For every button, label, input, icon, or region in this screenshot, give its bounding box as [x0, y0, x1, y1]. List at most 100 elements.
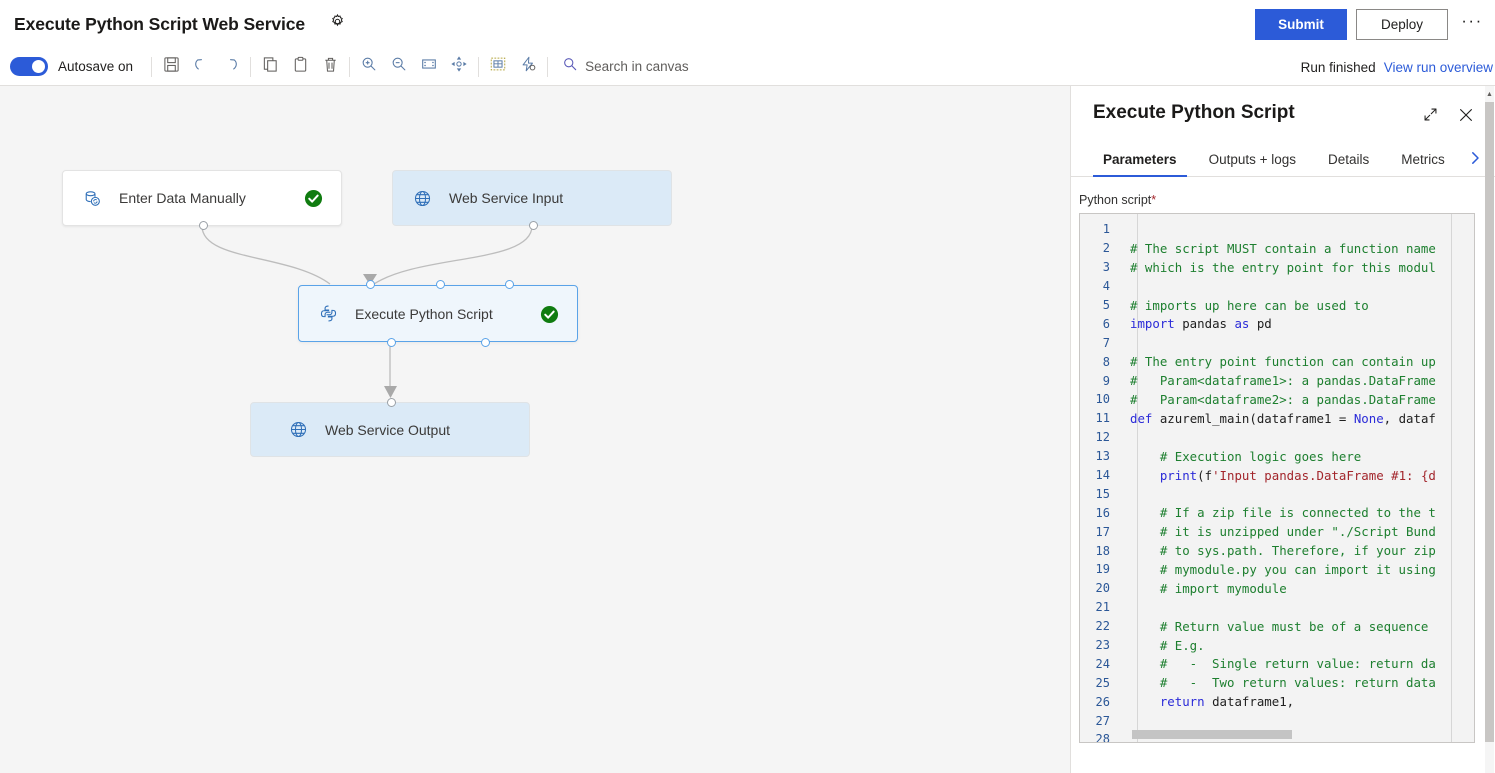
line-content: # imports up here can be used to — [1130, 297, 1369, 313]
autosave-label: Autosave on — [58, 59, 134, 74]
editor-line: 6 import pandas as pd — [1080, 314, 1474, 333]
node-output-port-2[interactable] — [481, 338, 490, 347]
node-input-port-2[interactable] — [436, 280, 445, 289]
deploy-button[interactable]: Deploy — [1356, 8, 1448, 40]
node-status-succeeded-icon — [540, 305, 559, 324]
line-content: # The entry point function can contain u… — [1130, 354, 1436, 370]
redo-icon — [222, 55, 240, 78]
run-settings-button[interactable] — [513, 52, 543, 82]
undo-button[interactable] — [186, 52, 216, 82]
node-input-port-3[interactable] — [505, 280, 514, 289]
editor-line: 22 # Return value must be of a sequence — [1080, 617, 1474, 636]
globe-icon — [411, 187, 433, 209]
line-number: 7 — [1102, 335, 1110, 350]
panel-actions — [1417, 104, 1479, 130]
globe-icon — [287, 419, 309, 441]
editor-line: 13 # Execution logic goes here — [1080, 447, 1474, 466]
editor-horizontal-scrollbar[interactable] — [1132, 730, 1292, 739]
paste-icon — [292, 56, 309, 78]
node-output-port[interactable] — [199, 221, 208, 230]
panel-vertical-scrollbar[interactable]: ▲ — [1485, 86, 1494, 773]
line-content: # to sys.path. Therefore, if your zip — [1130, 543, 1436, 559]
expand-panel-button[interactable] — [1417, 104, 1443, 130]
toolbar: Autosave on Search in canvas Run finishe… — [0, 48, 1495, 86]
settings-gear-button[interactable] — [323, 10, 351, 38]
more-options-button[interactable]: ··· — [1457, 9, 1487, 39]
pan-icon — [450, 55, 468, 78]
paste-button[interactable] — [285, 52, 315, 82]
zoom-to-fit-icon — [420, 55, 438, 78]
panel-title: Execute Python Script — [1093, 102, 1295, 123]
line-number: 14 — [1095, 468, 1110, 483]
editor-line: 19 # mymodule.py you can import it using — [1080, 560, 1474, 579]
node-status-succeeded-icon — [304, 189, 323, 208]
autosave-toggle[interactable] — [10, 57, 48, 76]
line-number: 26 — [1095, 694, 1110, 709]
line-number: 21 — [1095, 600, 1110, 615]
line-content: # If a zip file is connected to the t — [1130, 505, 1436, 521]
line-number: 17 — [1095, 524, 1110, 539]
submit-button[interactable]: Submit — [1255, 8, 1347, 40]
node-enter-data-manually[interactable]: Enter Data Manually — [62, 170, 342, 230]
tab-parameters[interactable]: Parameters — [1093, 144, 1187, 177]
line-number: 27 — [1095, 713, 1110, 728]
redo-button[interactable] — [216, 52, 246, 82]
zoom-out-button[interactable] — [384, 52, 414, 82]
tab-outputs-logs[interactable]: Outputs + logs — [1199, 144, 1306, 176]
editor-line: 1 — [1080, 220, 1474, 239]
zoom-to-fit-button[interactable] — [414, 52, 444, 82]
pan-button[interactable] — [444, 52, 474, 82]
python-script-field-label: Python script* — [1079, 193, 1495, 207]
line-content: # it is unzipped under "./Script Bund — [1130, 524, 1436, 540]
panel-tabs: Parameters Outputs + logs Details Metric… — [1071, 144, 1495, 177]
copy-button[interactable] — [255, 52, 285, 82]
line-number: 3 — [1102, 260, 1110, 275]
expand-icon — [1423, 107, 1438, 127]
close-panel-button[interactable] — [1453, 104, 1479, 130]
field-label-text: Python script — [1079, 193, 1152, 207]
node-execute-python-script[interactable]: Execute Python Script — [298, 280, 578, 347]
node-input-port[interactable] — [387, 398, 396, 407]
node-label: Web Service Input — [449, 190, 564, 206]
line-content: return dataframe1, — [1159, 694, 1295, 710]
line-number: 11 — [1095, 411, 1110, 426]
node-web-service-input[interactable]: Web Service Input — [392, 170, 672, 230]
line-number: 18 — [1095, 543, 1110, 558]
line-content: # Param<dataframe2>: a pandas.DataFrame — [1130, 391, 1436, 407]
python-icon — [317, 303, 339, 325]
zoom-in-button[interactable] — [354, 52, 384, 82]
line-number: 13 — [1095, 449, 1110, 464]
editor-code-lines: 1 2 # The script MUST contain a function n… — [1080, 220, 1474, 742]
editor-line: 17 # it is unzipped under "./Script Bund — [1080, 522, 1474, 541]
edge-web-input-to-execute — [373, 225, 533, 285]
line-content: # import mymodule — [1130, 580, 1287, 596]
node-output-port-1[interactable] — [387, 338, 396, 347]
tab-details[interactable]: Details — [1318, 144, 1379, 176]
scroll-up-arrow[interactable]: ▲ — [1485, 88, 1494, 100]
save-button[interactable] — [156, 52, 186, 82]
pipeline-canvas[interactable]: Enter Data Manually Web Service Input Ex… — [0, 86, 1070, 773]
node-input-port-1[interactable] — [366, 280, 375, 289]
search-input[interactable]: Search in canvas — [562, 56, 689, 77]
line-content: # Execution logic goes here — [1130, 448, 1362, 464]
zoom-out-icon — [390, 55, 408, 78]
auto-layout-button[interactable] — [483, 52, 513, 82]
delete-button[interactable] — [315, 52, 345, 82]
tab-metrics[interactable]: Metrics — [1391, 144, 1455, 176]
line-number: 20 — [1095, 581, 1110, 596]
editor-line: 8 # The entry point function can contain … — [1080, 352, 1474, 371]
line-number: 5 — [1102, 298, 1110, 312]
panel-scrollbar-thumb[interactable] — [1485, 102, 1494, 742]
auto-layout-icon — [489, 55, 507, 78]
view-run-overview-link[interactable]: View run overview — [1384, 60, 1493, 75]
node-web-service-output[interactable]: Web Service Output — [250, 398, 530, 457]
python-script-editor[interactable]: 1 2 # The script MUST contain a function n… — [1079, 213, 1475, 743]
module-detail-panel: Execute Python Script Parameters Outputs… — [1070, 86, 1495, 773]
application-root: Execute Python Script Web Service Submit… — [0, 0, 1495, 773]
close-icon — [1458, 107, 1474, 128]
title-bar: Execute Python Script Web Service Submit… — [0, 0, 1495, 48]
node-output-port[interactable] — [529, 221, 538, 230]
line-content: # - Single return value: return da — [1130, 656, 1436, 672]
editor-line: 7 — [1080, 333, 1474, 352]
run-settings-icon — [519, 55, 537, 78]
